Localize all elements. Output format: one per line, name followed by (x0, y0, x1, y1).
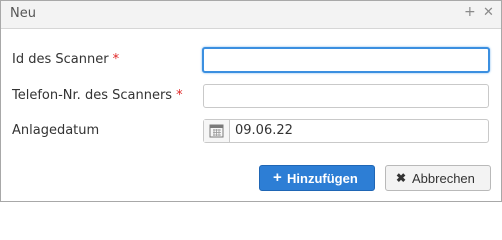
creation-date-field[interactable]: 09.06.22 (203, 119, 489, 143)
new-dialog: Neu + ✕ Id des Scanner * Telefon-Nr. des … (0, 0, 502, 202)
scanner-phone-label-text: Telefon-Nr. des Scanners (12, 88, 173, 103)
calendar-button[interactable] (204, 120, 230, 142)
required-marker: * (112, 52, 120, 67)
scanner-phone-label: Telefon-Nr. des Scanners * (12, 88, 183, 103)
scanner-id-input[interactable] (202, 47, 490, 73)
creation-date-value: 09.06.22 (235, 123, 293, 138)
scanner-id-label-text: Id des Scanner (12, 52, 109, 67)
plus-icon[interactable]: + (464, 4, 476, 20)
creation-date-label: Anlagedatum (12, 123, 100, 138)
cancel-button-label: Abbrechen (412, 171, 475, 186)
calendar-icon (209, 124, 224, 138)
plus-icon: + (273, 169, 282, 186)
cancel-button[interactable]: ✖ Abbrechen (385, 165, 491, 191)
add-button[interactable]: + Hinzufügen (259, 165, 375, 191)
close-icon: ✖ (396, 171, 407, 185)
scanner-phone-input[interactable] (203, 84, 489, 108)
dialog-title: Neu (10, 6, 36, 21)
dialog-titlebar: Neu + ✕ (1, 1, 501, 29)
scanner-id-label: Id des Scanner * (12, 52, 119, 67)
required-marker: * (176, 88, 183, 103)
add-button-label: Hinzufügen (287, 171, 358, 186)
close-icon[interactable]: ✕ (483, 5, 494, 20)
